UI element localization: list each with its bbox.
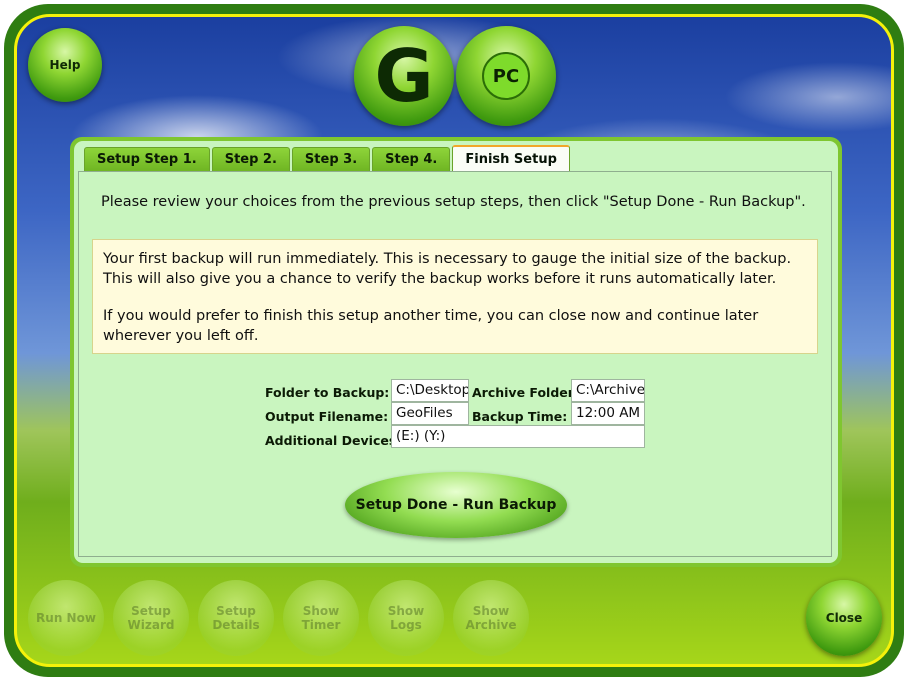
- logo-g-icon: G: [354, 26, 454, 126]
- finish-setup-page: Please review your choices from the prev…: [78, 171, 832, 557]
- notice-box: Your first backup will run immediately. …: [92, 239, 818, 354]
- folder-to-backup-label: Folder to Backup:: [265, 385, 390, 400]
- additional-devices-value: (E:) (Y:): [391, 425, 645, 448]
- tab-finish-setup[interactable]: Finish Setup: [452, 145, 570, 171]
- setup-panel: Setup Step 1. Step 2. Step 3. Step 4. Fi…: [70, 137, 842, 567]
- intro-text: Please review your choices from the prev…: [101, 194, 806, 210]
- logo-pc-text: PC: [492, 65, 520, 87]
- logo-pc-icon: PC: [456, 26, 556, 126]
- folder-to-backup-value: C:\Desktop: [391, 379, 469, 402]
- setup-done-run-backup-button[interactable]: Setup Done - Run Backup: [345, 472, 567, 538]
- setup-details-label: Setup Details: [212, 604, 260, 632]
- show-logs-label: Show Logs: [387, 604, 425, 632]
- show-archive-button[interactable]: Show Archive: [453, 580, 529, 656]
- logo-letter: G: [374, 34, 434, 118]
- show-logs-button[interactable]: Show Logs: [368, 580, 444, 656]
- tab-step-3[interactable]: Step 3.: [291, 147, 371, 171]
- notice-first-backup: Your first backup will run immediately. …: [103, 251, 792, 287]
- backup-time-label: Backup Time:: [472, 409, 568, 424]
- output-filename-value: GeoFiles: [391, 402, 469, 425]
- tab-step-4[interactable]: Step 4.: [372, 147, 451, 171]
- run-now-label: Run Now: [36, 611, 96, 625]
- output-filename-label: Output Filename:: [265, 409, 389, 424]
- archive-folder-label: Archive Folder:: [472, 385, 579, 400]
- tab-step-2[interactable]: Step 2.: [211, 147, 290, 171]
- setup-wizard-label: Setup Wizard: [127, 604, 175, 632]
- show-archive-label: Show Archive: [465, 604, 517, 632]
- setup-details-button[interactable]: Setup Details: [198, 580, 274, 656]
- additional-devices-label: Additional Devices:: [265, 433, 402, 448]
- logo-pc-disc: PC: [482, 52, 530, 100]
- notice-finish-later: If you would prefer to finish this setup…: [103, 308, 759, 344]
- show-timer-label: Show Timer: [301, 604, 341, 632]
- tab-setup-step-1[interactable]: Setup Step 1.: [84, 147, 210, 171]
- setup-wizard-button[interactable]: Setup Wizard: [113, 580, 189, 656]
- archive-folder-value: C:\Archive: [571, 379, 645, 402]
- show-timer-button[interactable]: Show Timer: [283, 580, 359, 656]
- close-button[interactable]: Close: [806, 580, 882, 656]
- backup-time-value: 12:00 AM: [571, 402, 645, 425]
- run-now-button[interactable]: Run Now: [28, 580, 104, 656]
- setup-tabs: Setup Step 1. Step 2. Step 3. Step 4. Fi…: [84, 145, 572, 173]
- help-button[interactable]: Help: [28, 28, 102, 102]
